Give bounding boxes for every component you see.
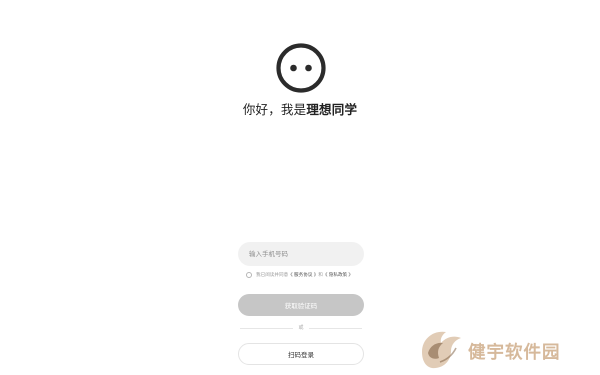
scan-login-button[interactable]: 扫码登录 xyxy=(238,343,364,365)
or-divider: 或 xyxy=(240,323,362,333)
agreement-prefix: 我已阅读并同意 xyxy=(256,272,289,277)
fox-logo-icon xyxy=(422,331,461,369)
get-code-button[interactable]: 获取验证码 xyxy=(238,294,364,316)
face-logo-icon xyxy=(276,43,326,93)
agreement-checkbox[interactable] xyxy=(246,272,252,278)
greeting-title: 你好，我是理想同学 xyxy=(0,99,600,118)
agreement-row: 我已阅读并同意 《 服务协议 》 和 《 隐私政策 》 xyxy=(246,270,353,280)
user-agreement-link[interactable]: 《 服务协议 》 xyxy=(288,272,318,278)
greeting-prefix: 你好，我是 xyxy=(242,103,307,117)
watermark-text: 健宇软件园 xyxy=(468,342,561,362)
divider-line-right xyxy=(309,328,362,329)
brand-name: 理想同学 xyxy=(306,103,358,117)
watermark: 健宇软件园 xyxy=(416,322,594,374)
privacy-policy-link[interactable]: 《 隐私政策 》 xyxy=(323,272,353,278)
phone-input[interactable] xyxy=(238,242,364,266)
